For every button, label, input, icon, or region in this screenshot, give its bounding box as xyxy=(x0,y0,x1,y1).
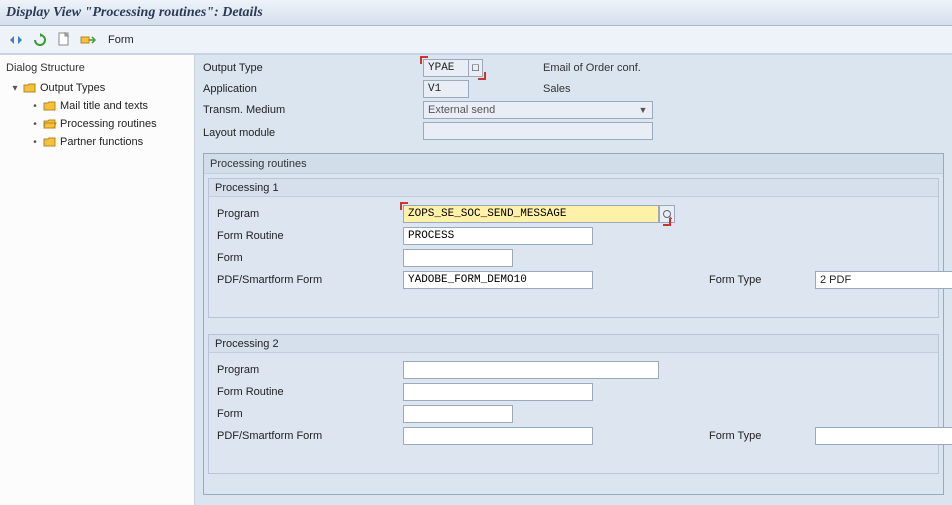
processing-1-box: Processing 1 Program xyxy=(208,178,939,318)
tree-label: Mail title and texts xyxy=(60,100,148,112)
layout-module-label: Layout module xyxy=(203,127,423,139)
chevron-down-icon: ▼ xyxy=(948,431,952,441)
other-view-icon[interactable] xyxy=(6,30,26,50)
transm-medium-combo[interactable]: External send ▼ xyxy=(423,101,653,119)
form-type-combo[interactable]: ▼ xyxy=(815,427,952,445)
output-type-desc: Email of Order conf. xyxy=(543,62,753,74)
program-label: Program xyxy=(217,364,397,376)
folder-icon xyxy=(43,100,57,112)
form-routine-label: Form Routine xyxy=(217,230,397,242)
layout-module-field xyxy=(423,122,653,140)
pdf-smartform-label: PDF/Smartform Form xyxy=(217,274,397,286)
bullet-icon: • xyxy=(30,137,40,148)
output-type-field-wrap: YPAE ☐ xyxy=(423,59,483,77)
pane-header: Dialog Structure xyxy=(4,59,194,77)
refresh-icon[interactable] xyxy=(30,30,50,50)
program-label: Program xyxy=(217,208,397,220)
application-field: V1 xyxy=(423,80,469,98)
tree: ▾ Output Types • Mail title and texts • … xyxy=(4,79,194,151)
dialog-structure-pane: Dialog Structure ▾ Output Types • Mail t… xyxy=(0,55,195,505)
tree-label: Partner functions xyxy=(60,136,143,148)
toolbar: Form xyxy=(0,26,952,54)
form-type-combo[interactable]: 2 PDF ▼ xyxy=(815,271,952,289)
subgroup-title: Processing 2 xyxy=(209,335,938,353)
tree-item-partner-functions[interactable]: • Partner functions xyxy=(4,133,194,151)
header-area: Output Type YPAE ☐ Email of Order conf. … xyxy=(203,59,944,143)
chevron-down-icon: ▼ xyxy=(948,275,952,285)
pdf-smartform-field[interactable] xyxy=(403,427,593,445)
processing-2-box: Processing 2 Program Form Routine xyxy=(208,334,939,474)
f4-help-icon[interactable] xyxy=(659,205,675,223)
pdf-smartform-label: PDF/Smartform Form xyxy=(217,430,397,442)
tree-label: Output Types xyxy=(40,82,105,94)
tree-item-mail-title[interactable]: • Mail title and texts xyxy=(4,97,194,115)
form-routine-field[interactable] xyxy=(403,383,593,401)
bullet-icon: • xyxy=(30,119,40,130)
transm-medium-label: Transm. Medium xyxy=(203,104,423,116)
tree-item-output-types[interactable]: ▾ Output Types xyxy=(4,79,194,97)
bullet-icon: • xyxy=(30,101,40,112)
folder-icon xyxy=(43,136,57,148)
form-type-label: Form Type xyxy=(709,274,809,286)
form-label: Form xyxy=(217,408,397,420)
subgroup-title: Processing 1 xyxy=(209,179,938,197)
output-type-label: Output Type xyxy=(203,62,423,74)
document-icon[interactable] xyxy=(54,30,74,50)
form-routine-field[interactable] xyxy=(403,227,593,245)
chevron-down-icon: ▼ xyxy=(636,105,650,115)
tree-item-processing-routines[interactable]: • Processing routines xyxy=(4,115,194,133)
form-label: Form xyxy=(217,252,397,264)
processing-routines-group: Processing routines Processing 1 Program xyxy=(203,153,944,495)
form-field[interactable] xyxy=(403,405,513,423)
application-desc: Sales xyxy=(543,83,753,95)
page-title: Display View "Processing routines": Deta… xyxy=(6,5,263,21)
program-field-wrap xyxy=(403,205,683,223)
program-field[interactable] xyxy=(403,205,659,223)
expander-icon[interactable]: ▾ xyxy=(10,83,20,94)
application-label: Application xyxy=(203,83,423,95)
form-field[interactable] xyxy=(403,249,513,267)
detail-pane: Output Type YPAE ☐ Email of Order conf. … xyxy=(195,55,952,505)
combo-value: 2 PDF xyxy=(820,274,851,286)
combo-value: External send xyxy=(428,104,495,116)
form-routine-label: Form Routine xyxy=(217,386,397,398)
form-type-label: Form Type xyxy=(709,430,809,442)
tree-label: Processing routines xyxy=(60,118,157,130)
pdf-smartform-field[interactable] xyxy=(403,271,593,289)
folder-open-icon xyxy=(23,82,37,94)
f4-help-icon[interactable]: ☐ xyxy=(469,59,483,77)
form-menu[interactable]: Form xyxy=(108,34,134,46)
program-field[interactable] xyxy=(403,361,659,379)
transport-icon[interactable] xyxy=(78,30,98,50)
group-title: Processing routines xyxy=(204,154,943,174)
folder-open-icon xyxy=(43,118,57,130)
window-title-bar: Display View "Processing routines": Deta… xyxy=(0,0,952,26)
output-type-field[interactable]: YPAE xyxy=(423,59,469,77)
